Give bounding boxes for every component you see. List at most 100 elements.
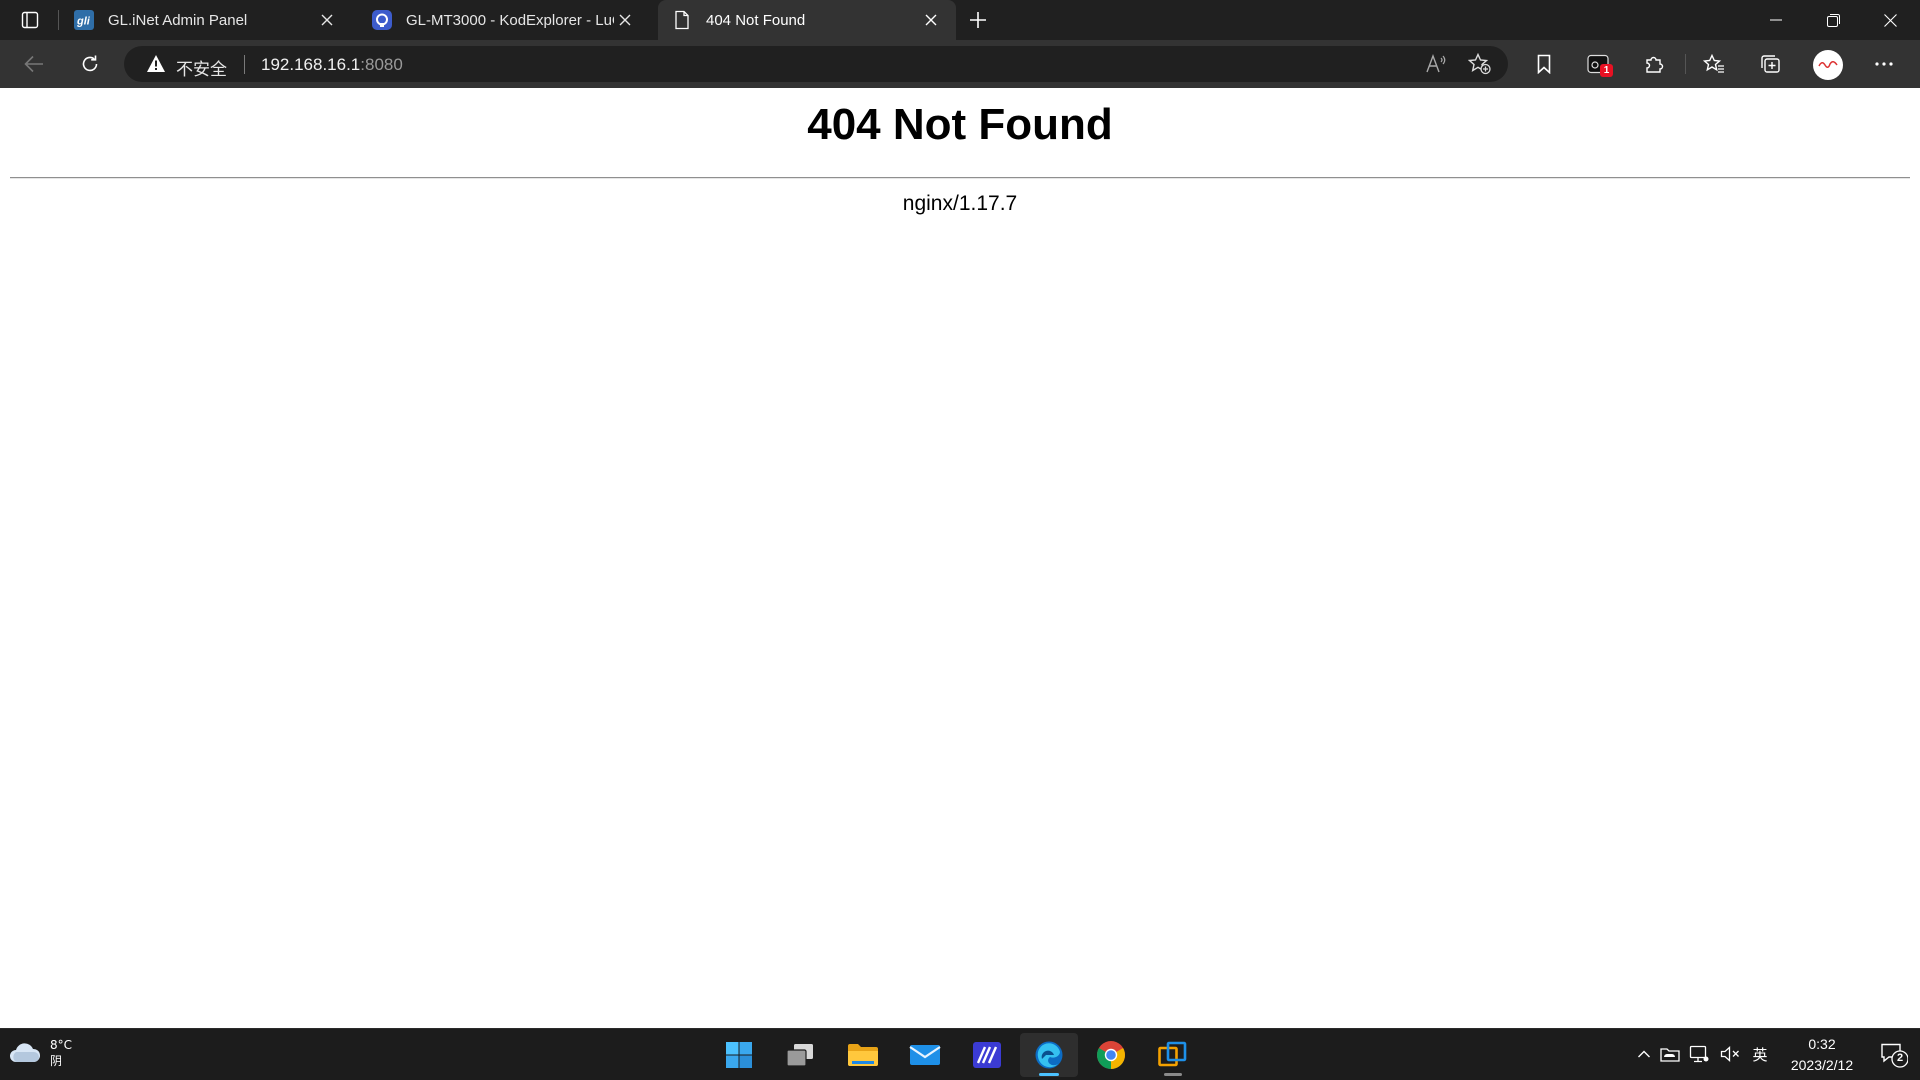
url-text[interactable]: 192.168.16.1:8080 [261, 55, 403, 75]
tab-separator [58, 10, 59, 30]
url-host: 192.168.16.1 [261, 55, 361, 74]
back-arrow-icon [24, 55, 43, 73]
onedrive-tray-button[interactable] [1659, 1043, 1681, 1065]
page-content: 404 Not Found nginx/1.17.7 [0, 88, 1920, 1028]
close-icon [925, 14, 937, 26]
favorites-icon [1703, 54, 1724, 73]
url-port: :8080 [360, 55, 403, 74]
clock-date: 2023/2/12 [1790, 1057, 1854, 1073]
more-icon [1875, 62, 1893, 66]
add-favorite-button[interactable] [1468, 52, 1492, 76]
security-label[interactable]: 不安全 [176, 55, 227, 80]
close-icon [619, 14, 631, 26]
tab-close-button[interactable] [316, 9, 338, 31]
tab-close-button[interactable] [614, 9, 636, 31]
toolbar-separator [1685, 54, 1686, 74]
notification-count: 2 [1896, 1052, 1904, 1064]
profile-avatar[interactable] [1813, 50, 1843, 80]
folder-icon [848, 1044, 878, 1066]
extension-button[interactable]: 1 [1580, 48, 1616, 80]
read-aloud-icon [1426, 54, 1446, 73]
tab-title: GL.iNet Admin Panel [108, 11, 248, 29]
taskbar: 8°C 阴 英 0:32 2023/2/12 2 [0, 1028, 1920, 1080]
omnibox-separator [244, 55, 245, 74]
tab-actions-button[interactable] [10, 4, 50, 36]
browser-toolbar: 不安全 192.168.16.1:8080 1 [0, 40, 1920, 88]
address-bar[interactable]: 不安全 192.168.16.1:8080 [124, 46, 1508, 82]
favorites-button[interactable] [1696, 48, 1732, 80]
tab-glinet-admin[interactable]: gli GL.iNet Admin Panel [60, 0, 352, 40]
tab-kodexplorer[interactable]: GL-MT3000 - KodExplorer - LuCI [358, 0, 650, 40]
minimize-icon [1770, 19, 1782, 21]
edge-button[interactable] [1020, 1033, 1078, 1077]
running-indicator [1039, 1073, 1059, 1076]
remote-desktop-button[interactable] [1144, 1033, 1202, 1077]
read-aloud-button[interactable] [1424, 52, 1448, 76]
weather-widget[interactable]: 8°C 阴 [8, 1037, 72, 1069]
edge-icon [1035, 1041, 1063, 1069]
collections-button[interactable] [1752, 48, 1788, 80]
chevron-up-icon [1638, 1050, 1650, 1058]
refresh-button[interactable] [72, 48, 108, 80]
tab-404-not-found[interactable]: 404 Not Found [658, 0, 956, 40]
remote-desktop-icon [1158, 1041, 1187, 1067]
kodexplorer-favicon [372, 10, 392, 30]
page-title: 404 Not Found [807, 100, 1113, 149]
extension-badge: 1 [1600, 64, 1613, 77]
avatar-icon [1818, 61, 1838, 68]
page-icon [672, 10, 692, 30]
file-explorer-button[interactable] [834, 1033, 892, 1077]
folder-sync-icon [1660, 1048, 1680, 1062]
tab-strip: gli GL.iNet Admin Panel GL-MT3000 - KodE… [0, 0, 1920, 40]
mail-icon [909, 1045, 941, 1065]
input-method-button[interactable]: 英 [1749, 1043, 1771, 1065]
star-add-icon [1468, 53, 1491, 75]
chrome-button[interactable] [1082, 1033, 1140, 1077]
refresh-icon [82, 55, 98, 72]
close-window-button[interactable] [1862, 0, 1918, 40]
restore-icon [1826, 13, 1840, 27]
close-icon [1883, 13, 1897, 27]
collections-icon [1761, 55, 1780, 73]
clock[interactable]: 0:32 2023/2/12 [1780, 1034, 1864, 1076]
extensions-button[interactable] [1636, 48, 1672, 80]
tab-title: GL-MT3000 - KodExplorer - LuCI [406, 11, 614, 29]
close-icon [321, 14, 333, 26]
plus-icon [970, 12, 986, 28]
extension-icon: 1 [1587, 54, 1613, 77]
cloud-icon [10, 1043, 41, 1062]
volume-muted-icon [1720, 1046, 1739, 1062]
app-launcher-button[interactable] [958, 1033, 1016, 1077]
clock-time: 0:32 [1808, 1036, 1836, 1052]
chrome-icon [1097, 1041, 1125, 1069]
windows-icon [726, 1042, 752, 1068]
minimize-button[interactable] [1748, 0, 1804, 40]
start-button[interactable] [710, 1033, 768, 1077]
bookmark-icon [1537, 54, 1551, 74]
settings-more-button[interactable] [1866, 48, 1902, 80]
divider [10, 177, 1910, 179]
new-tab-button[interactable] [958, 4, 998, 36]
warning-icon[interactable] [146, 54, 166, 73]
server-signature: nginx/1.17.7 [902, 192, 1018, 215]
show-hidden-icons-button[interactable] [1633, 1043, 1655, 1065]
task-view-icon [786, 1044, 813, 1067]
running-indicator [1164, 1073, 1182, 1076]
bookmark-button[interactable] [1526, 48, 1562, 80]
glinet-favicon: gli [74, 10, 94, 30]
task-view-button[interactable] [771, 1033, 829, 1077]
restore-button[interactable] [1805, 0, 1861, 40]
svg-text:gli: gli [76, 16, 91, 28]
tab-close-button[interactable] [920, 9, 942, 31]
mail-button[interactable] [896, 1033, 954, 1077]
back-button[interactable] [16, 48, 52, 80]
volume-tray-button[interactable] [1719, 1043, 1741, 1065]
app-icon [973, 1042, 1001, 1068]
notification-center-button[interactable]: 2 [1880, 1042, 1909, 1068]
weather-desc: 阴 [50, 1054, 63, 1068]
network-icon [1689, 1045, 1709, 1063]
tab-title: 404 Not Found [706, 11, 806, 29]
tab-actions-icon [21, 11, 39, 29]
network-tray-button[interactable] [1688, 1043, 1710, 1065]
weather-temp: 8°C [50, 1038, 73, 1052]
